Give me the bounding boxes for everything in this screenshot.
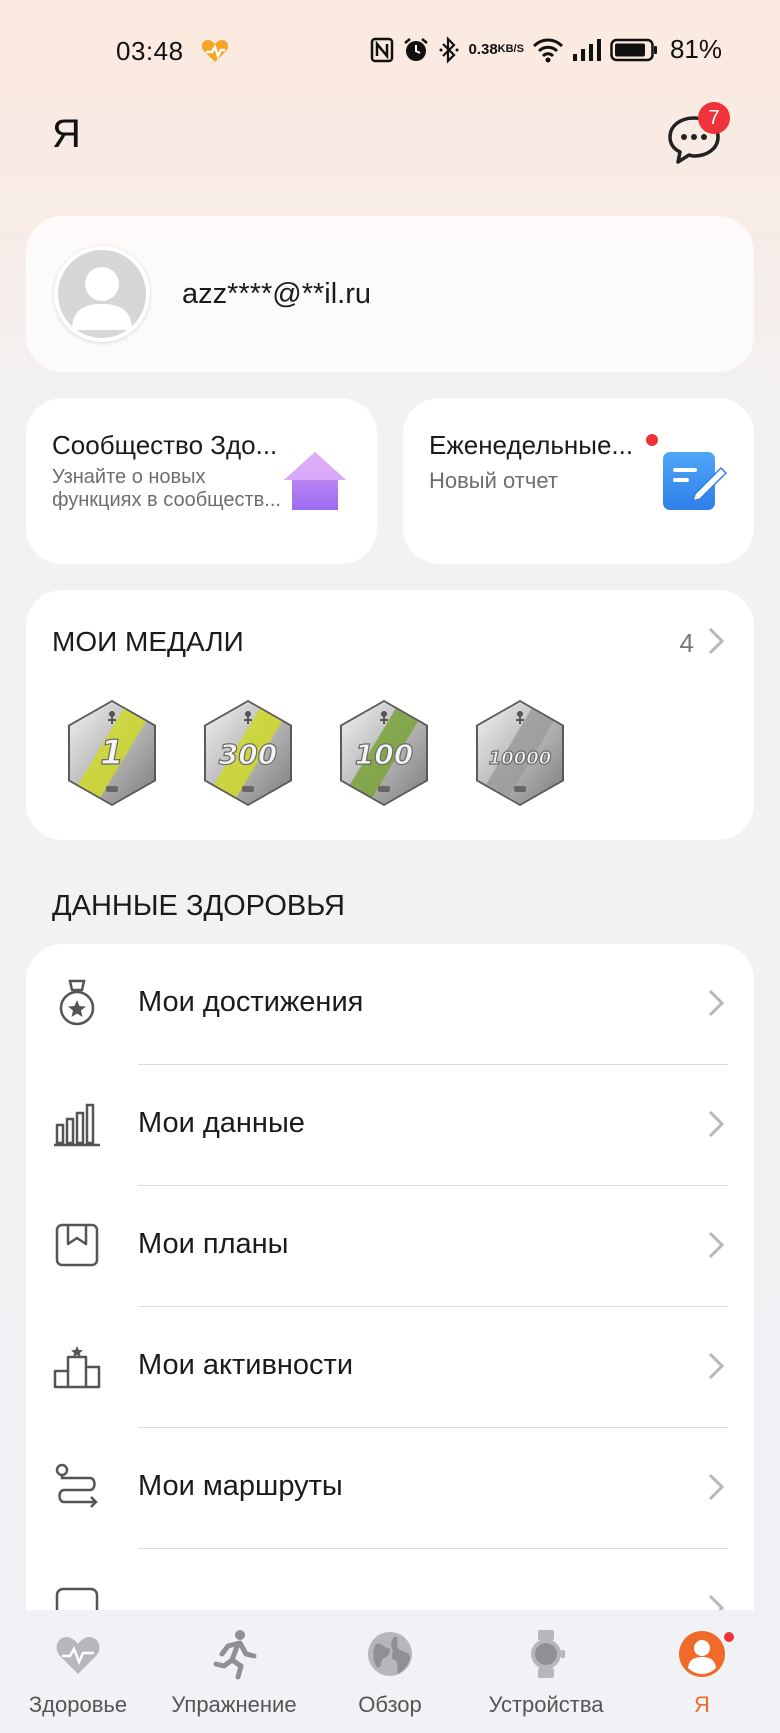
battery-icon: [610, 38, 658, 62]
list-item-activities[interactable]: Мои активности: [26, 1307, 754, 1428]
medal-hexagon-icon: 10000: [476, 700, 564, 806]
list-item-label: Мои маршруты: [138, 1470, 343, 1502]
medal-hexagon-icon: 1: [68, 700, 156, 806]
status-time: 03:48: [116, 36, 184, 66]
nav-label: Устройства: [488, 1692, 604, 1717]
status-bar: 03:48 0.38 KB/S 81%: [0, 0, 780, 100]
nav-label: Я: [694, 1692, 710, 1717]
signal-icon: [572, 38, 602, 62]
medal-label: 10000: [489, 748, 552, 769]
medal-label: 1: [100, 733, 124, 773]
medal-icon: [52, 978, 102, 1028]
health-app-notification-icon: [200, 38, 230, 69]
chevron-right-icon: [706, 1230, 726, 1265]
runner-icon: [213, 1630, 257, 1680]
medal-label: 100: [355, 738, 413, 771]
nav-devices[interactable]: Устройства: [468, 1628, 624, 1728]
weekly-card-title: Еженедельные...: [429, 430, 634, 460]
medals-count: 4: [679, 628, 694, 658]
profile-card[interactable]: azz****@**il.ru: [26, 216, 754, 372]
route-icon: [52, 1462, 102, 1512]
list-item-label: Мои данные: [138, 1107, 305, 1139]
medal-badge[interactable]: 1: [60, 698, 164, 808]
health-data-title: ДАННЫЕ ЗДОРОВЬЯ: [52, 890, 345, 922]
network-speed: 0.38 KB/S: [468, 42, 523, 57]
medal-badge[interactable]: 100: [332, 698, 436, 808]
list-item-routes[interactable]: Мои маршруты: [26, 1428, 754, 1549]
wifi-icon: [532, 37, 564, 63]
list-item-label: Мои активности: [138, 1349, 354, 1381]
medals-title: МОИ МЕДАЛИ: [52, 626, 244, 657]
bottom-nav: Здоровье Упражнение Обзор Устройства Я: [0, 1610, 780, 1733]
profile-email: azz****@**il.ru: [182, 278, 372, 310]
chevron-right-icon: [706, 1109, 726, 1144]
profile-icon: [679, 1631, 725, 1677]
nfc-icon: [370, 37, 394, 63]
medal-label: 300: [219, 738, 277, 771]
note-edit-icon: [661, 448, 728, 517]
list-item-plans[interactable]: Мои планы: [26, 1186, 754, 1307]
medal-hexagon-icon: 100: [340, 700, 428, 806]
medal-badge[interactable]: 300: [196, 698, 300, 808]
battery-percent: 81%: [669, 34, 722, 64]
chevron-right-icon: [706, 1472, 726, 1507]
alarm-icon: [402, 36, 430, 64]
chevron-right-icon: [706, 988, 726, 1023]
plan-icon: [52, 1220, 102, 1270]
community-card-subtitle: Узнайте о новых функциях в сообществ...: [52, 466, 281, 511]
medals-card[interactable]: МОИ МЕДАЛИ 4 1 300 100 10000: [26, 590, 754, 840]
nav-notification-dot: [722, 1630, 736, 1644]
nav-me[interactable]: Я: [624, 1628, 780, 1728]
chevron-right-icon: [706, 1351, 726, 1386]
network-speed-value: 0.38: [468, 41, 498, 58]
community-card[interactable]: Сообщество Здо... Узнайте о новых функци…: [26, 398, 377, 564]
network-speed-unit: KB/S: [497, 43, 524, 55]
page-title: Я: [52, 112, 81, 156]
weekly-report-card[interactable]: Еженедельные... Новый отчет: [403, 398, 754, 564]
status-icons: 0.38 KB/S 81%: [370, 34, 722, 65]
watch-icon: [531, 1630, 565, 1678]
medal-hexagon-icon: 300: [204, 700, 292, 806]
bar-chart-icon: [52, 1099, 102, 1149]
default-avatar-icon: [72, 267, 132, 330]
list-item-label: Мои достижения: [138, 986, 364, 1018]
list-item-data[interactable]: Мои данные: [26, 1065, 754, 1186]
avatar[interactable]: [54, 246, 150, 342]
health-data-list: Мои достижения Мои данные Мои планы Мои …: [26, 944, 754, 1664]
podium-icon: [52, 1341, 102, 1391]
messages-badge: 7: [698, 102, 730, 134]
weekly-card-subtitle: Новый отчет: [429, 468, 558, 493]
list-item-label: Мои планы: [138, 1228, 289, 1260]
nav-label: Здоровье: [28, 1692, 128, 1717]
house-icon: [282, 450, 348, 517]
nav-health[interactable]: Здоровье: [0, 1628, 156, 1728]
community-card-title: Сообщество Здо...: [52, 430, 278, 460]
globe-icon: [368, 1632, 412, 1676]
weekly-new-dot: [646, 434, 658, 446]
nav-overview[interactable]: Обзор: [312, 1628, 468, 1728]
list-item-achievements[interactable]: Мои достижения: [26, 944, 754, 1065]
nav-label: Обзор: [358, 1692, 422, 1717]
heart-icon: [56, 1637, 100, 1674]
nav-exercise[interactable]: Упражнение: [156, 1628, 312, 1728]
bluetooth-icon: [438, 35, 460, 64]
nav-label: Упражнение: [171, 1692, 297, 1717]
chevron-right-icon[interactable]: [706, 626, 726, 661]
medal-badge[interactable]: 10000: [468, 698, 572, 808]
